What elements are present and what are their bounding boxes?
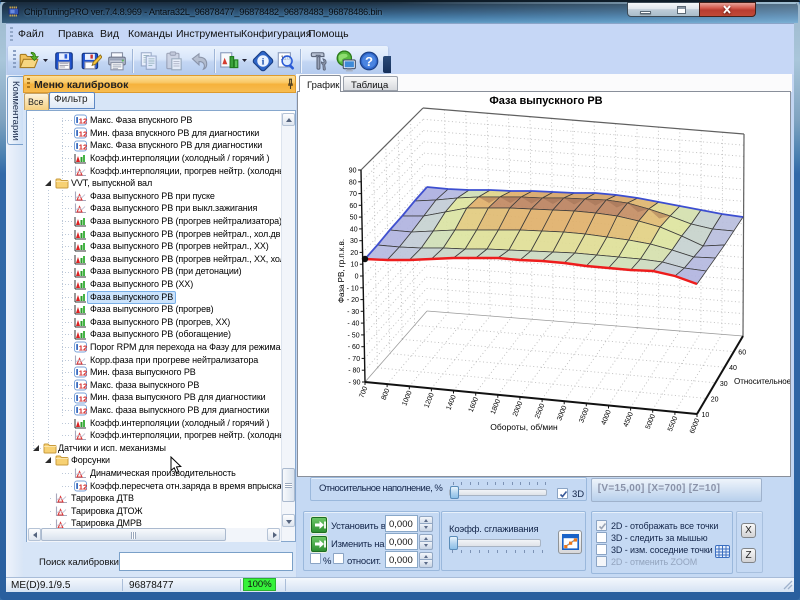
- svg-text:80: 80: [349, 179, 357, 186]
- svg-text:2500: 2500: [534, 403, 546, 420]
- svg-text:10: 10: [351, 262, 359, 269]
- svg-text:700: 700: [358, 386, 369, 400]
- svg-text:60: 60: [738, 350, 746, 357]
- svg-text:3500: 3500: [578, 407, 590, 424]
- svg-text:1800: 1800: [490, 398, 502, 415]
- svg-text:5500: 5500: [667, 415, 679, 432]
- svg-text:30: 30: [720, 381, 728, 388]
- svg-text:4500: 4500: [623, 411, 635, 428]
- svg-text:- 40: - 40: [347, 321, 359, 328]
- svg-text:- 50: - 50: [348, 332, 360, 339]
- svg-text:1400: 1400: [446, 394, 458, 411]
- svg-text:- 20: - 20: [347, 297, 359, 304]
- svg-text:1000: 1000: [401, 390, 413, 407]
- svg-text:- 90: - 90: [348, 380, 360, 387]
- svg-text:- 10: - 10: [347, 285, 359, 292]
- svg-text:50: 50: [350, 215, 358, 222]
- svg-text:Фаза РВ, гр.п.к.в.: Фаза РВ, гр.п.к.в.: [337, 239, 346, 303]
- svg-text:- 70: - 70: [348, 356, 360, 363]
- svg-text:20: 20: [350, 250, 358, 257]
- svg-text:60: 60: [349, 203, 357, 210]
- svg-text:30: 30: [350, 238, 358, 245]
- svg-text:40: 40: [350, 226, 358, 233]
- svg-text:- 60: - 60: [348, 344, 360, 351]
- svg-text:10: 10: [702, 412, 710, 419]
- svg-text:2000: 2000: [512, 400, 524, 417]
- svg-text:40: 40: [729, 365, 737, 372]
- svg-text:1600: 1600: [468, 396, 480, 413]
- svg-text:0: 0: [355, 274, 359, 281]
- svg-text:Обороты, об/мин: Обороты, об/мин: [490, 422, 558, 432]
- svg-text:6000: 6000: [689, 418, 701, 435]
- svg-text:Относительное на: Относительное на: [734, 377, 800, 386]
- svg-text:5000: 5000: [645, 413, 657, 430]
- svg-text:- 80: - 80: [348, 368, 360, 375]
- svg-text:Фаза выпускного РВ: Фаза выпускного РВ: [489, 95, 602, 107]
- svg-text:70: 70: [349, 191, 357, 198]
- svg-text:3000: 3000: [556, 405, 568, 422]
- svg-text:1200: 1200: [423, 392, 435, 409]
- svg-text:20: 20: [711, 396, 719, 403]
- svg-text:800: 800: [381, 388, 392, 402]
- svg-text:90: 90: [349, 168, 357, 175]
- svg-text:- 30: - 30: [347, 309, 359, 316]
- svg-text:4000: 4000: [601, 409, 613, 426]
